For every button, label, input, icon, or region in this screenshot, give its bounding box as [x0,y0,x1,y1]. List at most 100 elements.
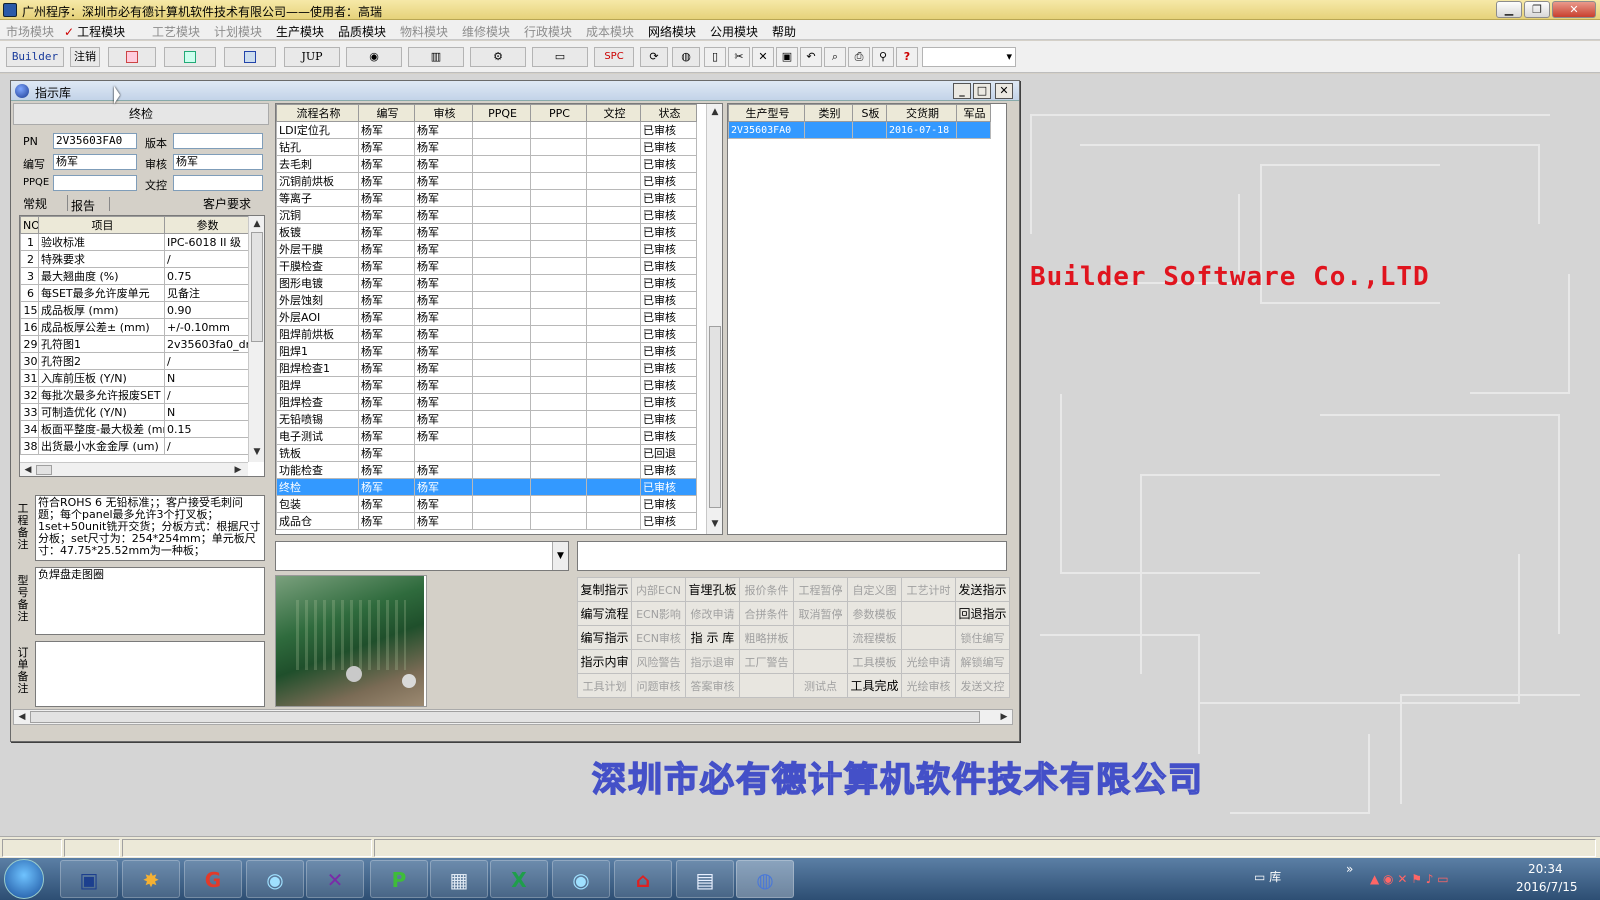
process-cell[interactable] [472,155,531,173]
process-cell[interactable] [530,155,587,173]
network-icon[interactable]: ⚙ [470,47,526,67]
params-cell[interactable]: 成品板厚 (mm) [38,301,165,319]
action-button[interactable]: 自定义图 [847,577,902,602]
find-icon[interactable]: ⚲ [872,47,894,67]
process-cell[interactable]: 干膜检查 [276,257,359,275]
process-cell[interactable] [472,495,531,513]
process-cell[interactable]: 杨军 [358,325,415,343]
process-row[interactable]: 阻焊 杨军 杨军 已审核 [276,376,697,394]
process-cell[interactable]: 阻焊检查 [276,393,359,411]
action-button[interactable]: 粗略拼板 [739,625,794,650]
monitor-icon[interactable]: ▭ [532,47,588,67]
process-cell[interactable]: 沉铜前烘板 [276,172,359,190]
process-cell[interactable] [472,240,531,258]
process-cell[interactable] [530,376,587,394]
process-row[interactable]: 铣板 杨军 已回退 [276,444,697,462]
process-cell[interactable]: 去毛刺 [276,155,359,173]
process-cell[interactable] [530,257,587,275]
process-cell[interactable] [472,138,531,156]
process-cell[interactable] [530,393,587,411]
toolbar-combo[interactable]: ▾ [922,47,1016,67]
process-cell[interactable]: 已审核 [640,410,697,428]
action-button[interactable]: 答案审核 [685,673,740,698]
ppqe-field[interactable] [53,175,137,191]
tray-icons[interactable]: ▲ ◉ ✕ ⚑ ♪ ▭ [1370,872,1449,886]
params-cell[interactable]: 31 [20,369,39,387]
params-cell[interactable]: 0.15 [164,420,249,438]
process-cell[interactable]: 功能检查 [276,461,359,479]
tray-expand-icon[interactable]: » [1346,862,1353,876]
params-row[interactable]: 3 最大翘曲度 (%) 0.75 [20,267,249,285]
process-cell[interactable]: 杨军 [414,308,473,326]
params-cell[interactable]: 验收标准 [38,233,165,251]
process-cell[interactable] [586,444,641,462]
process-cell[interactable] [472,444,531,462]
process-cell[interactable]: 杨军 [414,274,473,292]
process-cell[interactable] [586,291,641,309]
new-file-icon[interactable]: ▯ [704,47,726,67]
process-cell[interactable]: 已审核 [640,291,697,309]
model-column-header[interactable]: 交货期 [886,104,957,122]
process-cell[interactable] [586,495,641,513]
process-cell[interactable]: 已审核 [640,495,697,513]
process-cell[interactable] [586,155,641,173]
params-cell[interactable]: 1 [20,233,39,251]
process-cell[interactable] [586,240,641,258]
process-row[interactable]: 电子测试 杨军 杨军 已审核 [276,427,697,445]
process-cell[interactable]: 杨军 [358,274,415,292]
process-column-header[interactable]: 审核 [414,104,473,122]
params-cell[interactable]: / [164,386,249,404]
delete-icon[interactable]: ✕ [752,47,774,67]
model-note-memo[interactable]: 负焊盘走图圈 [35,567,265,635]
action-button[interactable]: 工程暂停 [793,577,848,602]
params-cell[interactable]: 特殊要求 [38,250,165,268]
process-cell[interactable]: 杨军 [414,512,473,530]
process-row[interactable]: 包装 杨军 杨军 已审核 [276,495,697,513]
action-button[interactable]: 发送文控 [955,673,1010,698]
process-row[interactable]: 外层干膜 杨军 杨军 已审核 [276,240,697,258]
model-cell[interactable] [804,121,853,139]
action-button[interactable]: 测试点 [793,673,848,698]
process-column-header[interactable]: PPC [530,104,587,122]
process-cell[interactable]: 已审核 [640,478,697,496]
model-column-header[interactable]: S板 [852,104,887,122]
menu-repair[interactable]: 维修模块 [462,23,510,40]
model-cell[interactable] [852,121,887,139]
action-button[interactable]: 发送指示 [955,577,1010,602]
taskbar-eye-app[interactable]: ◉ [246,860,304,898]
process-cell[interactable]: 外层蚀刻 [276,291,359,309]
process-cell[interactable]: 杨军 [358,342,415,360]
process-cell[interactable] [586,478,641,496]
taskbar-save-app[interactable]: ▣ [60,860,118,898]
process-cell[interactable]: 杨军 [358,172,415,190]
process-row[interactable]: 钻孔 杨军 杨军 已审核 [276,138,697,156]
process-row[interactable]: 成品仓 杨军 杨军 已审核 [276,512,697,530]
process-cell[interactable] [472,206,531,224]
process-cell[interactable] [586,325,641,343]
action-button[interactable]: 工具模板 [847,649,902,674]
process-row[interactable]: 终检 杨军 杨军 已审核 [276,478,697,496]
process-cell[interactable] [472,257,531,275]
process-cell[interactable]: 杨军 [414,461,473,479]
process-cell[interactable] [530,172,587,190]
params-cell[interactable]: 板面平整度-最大极差 (mm [38,420,165,438]
globe-icon[interactable]: ◍ [672,47,700,67]
taskbar-doc-app[interactable]: ▤ [676,860,734,898]
process-cell[interactable] [530,410,587,428]
process-cell[interactable] [530,308,587,326]
process-cell[interactable] [472,291,531,309]
tab-report[interactable]: 报告 [71,197,95,214]
action-button[interactable]: 指 示 库 [685,625,740,650]
model-cell[interactable] [956,121,991,139]
process-cell[interactable]: 已审核 [640,325,697,343]
version-field[interactable] [173,133,263,149]
process-cell[interactable]: 杨军 [358,376,415,394]
params-row[interactable]: 38 出货最小水金金厚 (um) / [20,437,249,455]
process-cell[interactable]: 杨军 [358,121,415,139]
process-cell[interactable]: 杨军 [414,291,473,309]
process-cell[interactable] [472,342,531,360]
process-cell[interactable] [472,410,531,428]
action-button[interactable]: 指示内审 [577,649,632,674]
process-cell[interactable] [586,206,641,224]
process-row[interactable]: 干膜检查 杨军 杨军 已审核 [276,257,697,275]
